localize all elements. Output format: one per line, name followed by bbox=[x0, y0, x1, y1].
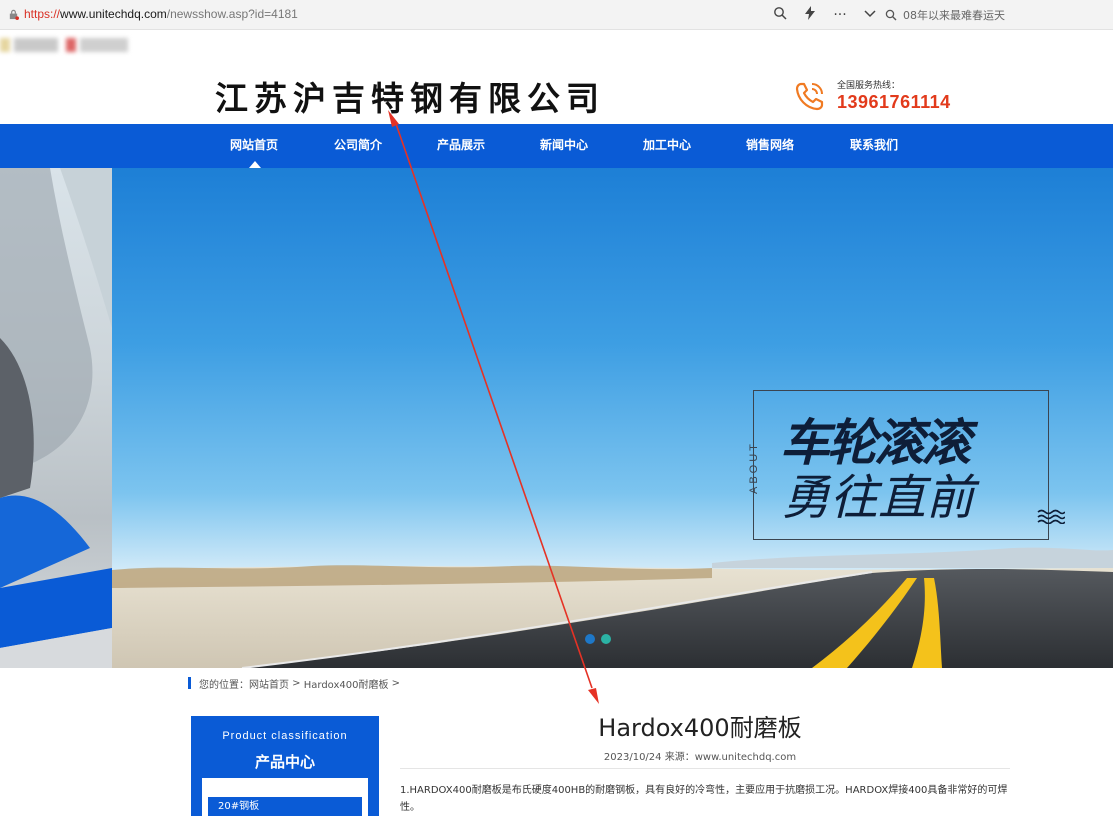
nav-item-products[interactable]: 产品展示 bbox=[437, 124, 485, 168]
article-paragraph-line: 性。 bbox=[400, 802, 420, 813]
sidebar-item-20-steel[interactable]: 20#钢板 bbox=[208, 797, 362, 816]
url-scheme: https:// bbox=[24, 7, 61, 21]
site-title: 江苏沪吉特钢有限公司 bbox=[215, 79, 605, 118]
lightning-icon[interactable] bbox=[802, 6, 818, 24]
browser-address-bar: https://www.unitechdq.com/newsshow.asp?i… bbox=[0, 0, 1113, 30]
nav-item-about[interactable]: 公司简介 bbox=[334, 124, 382, 168]
nav-item-contact[interactable]: 联系我们 bbox=[850, 124, 898, 168]
url-field[interactable]: https://www.unitechdq.com/newsshow.asp?i… bbox=[24, 7, 298, 21]
chevron-down-icon[interactable] bbox=[862, 7, 878, 23]
phone-icon bbox=[795, 82, 824, 111]
search-suggestion-text: 08年以来最难春运天 bbox=[903, 9, 1005, 22]
breadcrumb-marker bbox=[188, 677, 191, 689]
arrow-head-down bbox=[588, 688, 599, 704]
hotline: 全国服务热线： 13961761114 bbox=[792, 78, 992, 118]
zoom-icon[interactable] bbox=[772, 6, 788, 24]
breadcrumb-home-link[interactable]: 网站首页 bbox=[249, 676, 289, 691]
lock-icon[interactable] bbox=[8, 9, 19, 20]
breadcrumb-separator: > bbox=[289, 677, 304, 689]
browser-toolbar: ··· bbox=[772, 5, 878, 25]
blurred-bookmark[interactable] bbox=[14, 38, 58, 52]
slide-indicators bbox=[585, 634, 611, 644]
hotline-label: 全国服务热线： bbox=[837, 81, 901, 91]
blurred-bookmark[interactable] bbox=[80, 38, 128, 52]
article-divider bbox=[400, 768, 1010, 769]
nav-item-sales[interactable]: 销售网络 bbox=[746, 124, 794, 168]
browser-search-box[interactable]: 08年以来最难春运天 bbox=[885, 4, 1105, 26]
article-title: Hardox400耐磨板 bbox=[598, 714, 802, 742]
blurred-bookmark[interactable] bbox=[66, 38, 76, 52]
main-nav: 网站首页 公司简介 产品展示 新闻中心 加工中心 销售网络 联系我们 bbox=[0, 124, 1113, 168]
article-body: 1.HARDOX400耐磨板是布氏硬度400HB的耐磨钢板，具有良好的冷弯性，主… bbox=[400, 782, 1020, 816]
slogan-line-2: 勇往直前 bbox=[782, 470, 975, 526]
sidebar-title-cn: 产品中心 bbox=[254, 753, 315, 771]
search-icon bbox=[885, 9, 897, 21]
breadcrumb-separator: > bbox=[388, 677, 401, 689]
breadcrumb: 您的位置： 网站首页 > Hardox400耐磨板 > bbox=[188, 676, 401, 691]
bookmarks-bar bbox=[0, 30, 1113, 60]
nav-item-processing[interactable]: 加工中心 bbox=[643, 124, 691, 168]
article-paragraph-line: 1.HARDOX400耐磨板是布氏硬度400HB的耐磨钢板，具有良好的冷弯性，主… bbox=[400, 785, 1008, 796]
article-meta: 2023/10/24 来源：www.unitechdq.com bbox=[603, 752, 797, 763]
more-icon[interactable]: ··· bbox=[832, 7, 848, 23]
nav-active-caret bbox=[249, 161, 261, 168]
breadcrumb-current-link[interactable]: Hardox400耐磨板 bbox=[304, 676, 389, 691]
hotline-number: 13961761114 bbox=[837, 92, 951, 112]
sidebar-panel: 20#钢板 bbox=[202, 778, 368, 816]
url-host: www.unitechdq.com bbox=[60, 7, 167, 21]
nav-item-news[interactable]: 新闻中心 bbox=[540, 124, 588, 168]
about-vertical-text: ABOUT bbox=[748, 441, 760, 494]
breadcrumb-prefix: 您的位置： bbox=[199, 679, 249, 691]
slide-dot-active[interactable] bbox=[601, 634, 611, 644]
slide-dot[interactable] bbox=[585, 634, 595, 644]
product-sidebar: Product classification 产品中心 20#钢板 bbox=[191, 716, 379, 816]
wave-icon bbox=[1037, 509, 1065, 524]
blurred-bookmark[interactable] bbox=[0, 38, 10, 52]
banner-prev-slide bbox=[0, 168, 112, 668]
sidebar-title-en: Product classification bbox=[222, 730, 348, 742]
url-path: /newsshow.asp?id=4181 bbox=[166, 7, 298, 21]
